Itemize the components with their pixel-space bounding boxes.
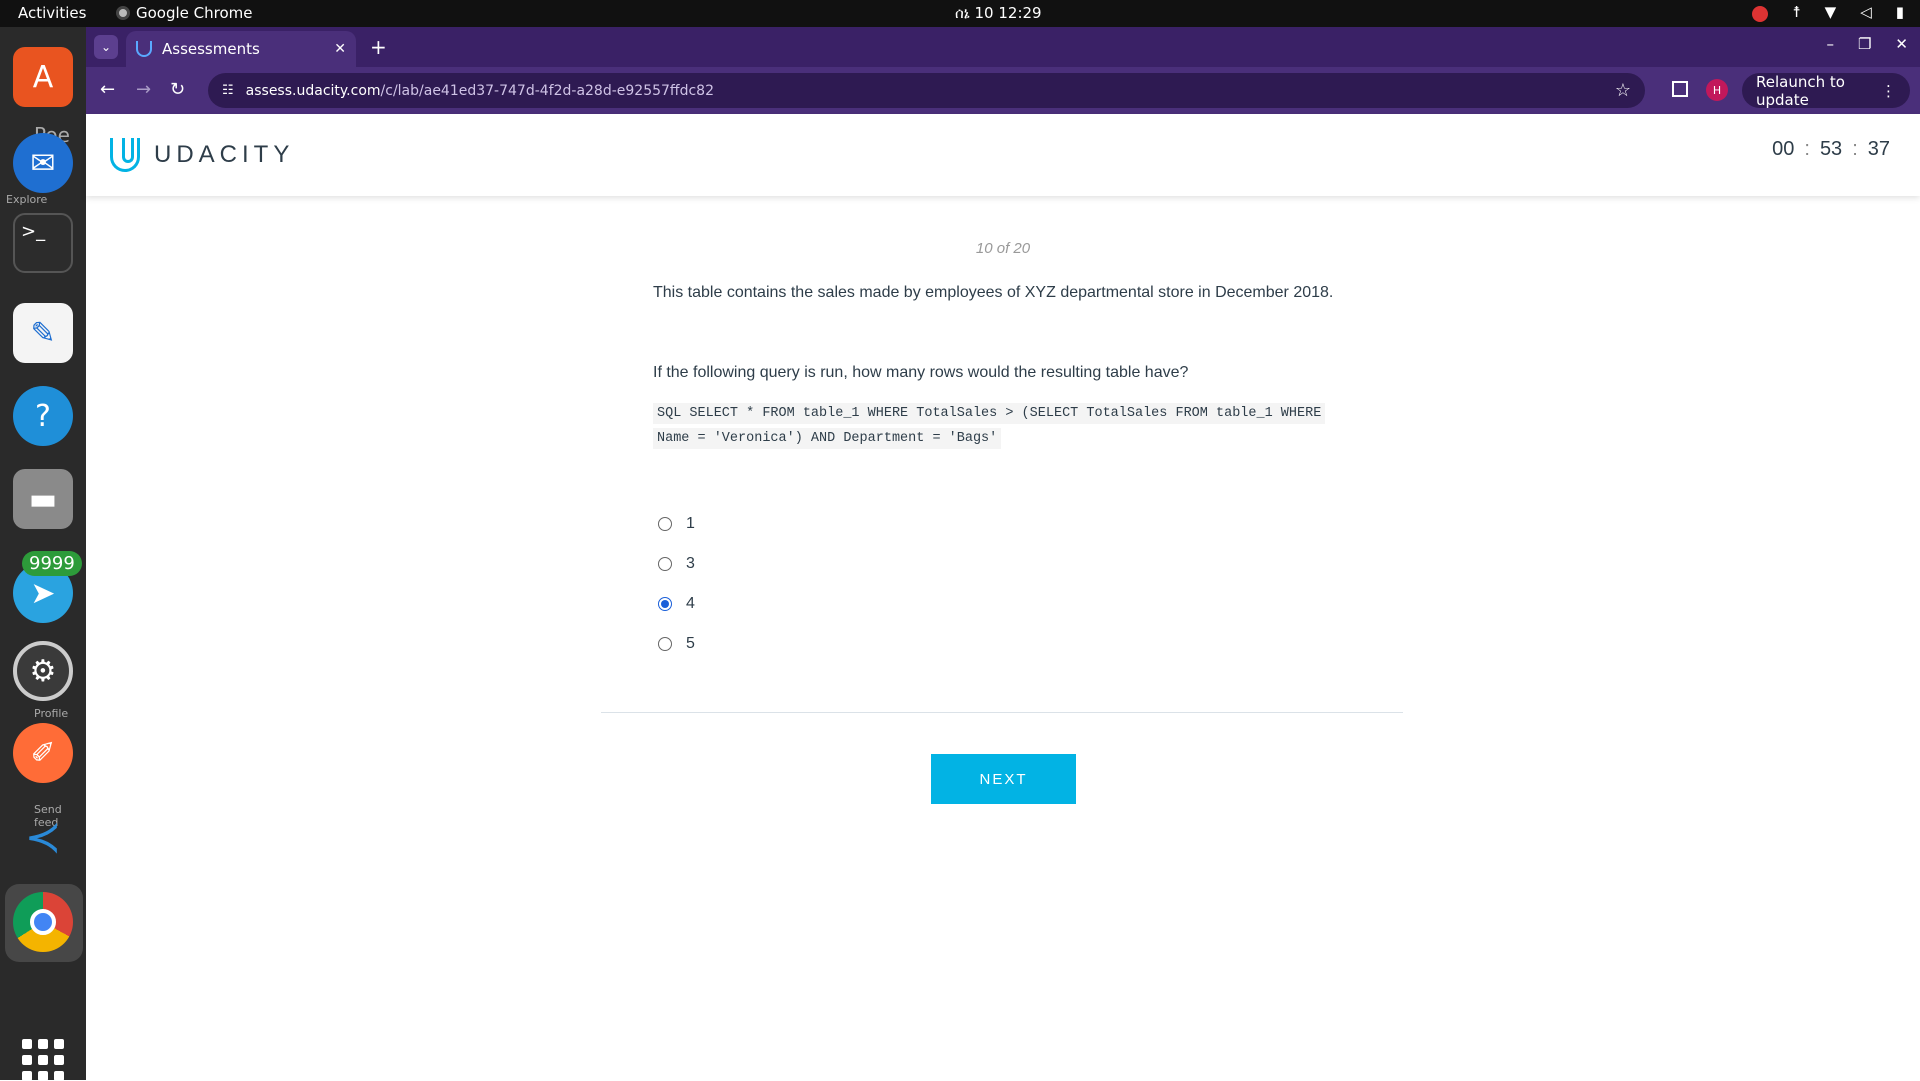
radio-button[interactable] (658, 637, 672, 651)
ghost-label: Explore (6, 193, 48, 206)
tab-strip: ⌄ Assessments ✕ + – ❐ ✕ (86, 27, 1920, 67)
browser-window: ⌄ Assessments ✕ + – ❐ ✕ ← → ↻ ☷ assess.u… (86, 27, 1920, 114)
tab-close-icon[interactable]: ✕ (334, 41, 346, 57)
maximize-icon[interactable]: ❐ (1858, 35, 1871, 53)
battery-icon[interactable]: ▮ (1896, 3, 1904, 22)
dock: Poe Explore Profile Send feed A ✉ >_ ✎ ?… (0, 27, 86, 1081)
close-window-icon[interactable]: ✕ (1895, 35, 1908, 53)
ghost-label: Profile (34, 707, 69, 720)
browser-toolbar: ← → ↻ ☷ assess.udacity.com/c/lab/ae41ed3… (86, 67, 1920, 114)
more-menu-icon[interactable]: ⋮ (1881, 82, 1896, 100)
option-label: 3 (686, 555, 695, 572)
radio-button[interactable] (658, 557, 672, 571)
timer-separator: : (1804, 138, 1810, 160)
thunderbird-icon[interactable]: ✉ (13, 133, 73, 193)
timer-minutes: 53 (1819, 138, 1843, 160)
option-label: 1 (686, 515, 695, 532)
logo-text: UDACITY (154, 141, 295, 168)
forward-icon[interactable]: → (136, 79, 151, 100)
system-top-bar: Activities Google Chrome ሰኔ 10 12:29 ☨ ▼… (0, 0, 1920, 27)
question-intro: This table contains the sales made by em… (653, 284, 1334, 301)
volume-icon[interactable]: ◁ (1860, 3, 1872, 22)
option-4[interactable]: 4 (658, 584, 695, 624)
files-icon[interactable]: ▬ (13, 469, 73, 529)
option-3[interactable]: 3 (658, 544, 695, 584)
tab-search-icon[interactable]: ⌄ (94, 35, 118, 59)
new-tab-icon[interactable]: + (370, 35, 387, 59)
relaunch-label: Relaunch to update (1756, 72, 1845, 109)
reload-icon[interactable]: ↻ (170, 79, 185, 100)
postman-icon[interactable]: ✐ (13, 723, 73, 783)
ubuntu-software-icon[interactable]: A (13, 47, 73, 107)
site-header: UDACITY 00 : 53 : 37 (86, 114, 1920, 196)
site-info-icon[interactable]: ☷ (222, 83, 234, 98)
app-menu[interactable]: Google Chrome (116, 4, 253, 22)
url-path: /c/lab/ae41ed37-747d-4f2d-a28d-e92557ffd… (380, 82, 714, 99)
code-line: Name = 'Veronica') AND Department = 'Bag… (653, 428, 1002, 449)
udacity-favicon-icon (136, 41, 152, 57)
question-counter: 10 of 20 (975, 240, 1031, 257)
clock[interactable]: ሰኔ 10 12:29 (955, 4, 1042, 22)
notification-badge: 9999 (22, 551, 82, 576)
url-host: assess.udacity.com (245, 82, 381, 99)
udacity-logo-icon (110, 138, 140, 172)
app-name: Google Chrome (136, 4, 253, 22)
question-text: If the following query is run, how many … (653, 364, 1189, 381)
bookmark-star-icon[interactable]: ☆ (1615, 80, 1631, 101)
chrome-icon[interactable] (13, 892, 73, 952)
terminal-icon[interactable]: >_ (13, 213, 73, 273)
option-5[interactable]: 5 (658, 624, 695, 664)
divider (601, 712, 1403, 713)
tab-title: Assessments (162, 40, 260, 58)
back-icon[interactable]: ← (100, 79, 115, 100)
address-bar[interactable]: ☷ assess.udacity.com/c/lab/ae41ed37-747d… (208, 73, 1645, 108)
activities-button[interactable]: Activities (18, 4, 86, 22)
radio-button-selected[interactable] (658, 597, 672, 611)
sql-code-block: SQL SELECT * FROM table_1 WHERE TotalSal… (653, 401, 1353, 451)
settings-icon[interactable]: ⚙ (13, 641, 73, 701)
next-button[interactable]: NEXT (931, 754, 1076, 804)
text-editor-icon[interactable]: ✎ (13, 303, 73, 363)
code-line: SQL SELECT * FROM table_1 WHERE TotalSal… (653, 403, 1326, 424)
option-1[interactable]: 1 (658, 504, 695, 544)
tab-assessments[interactable]: Assessments ✕ (126, 31, 356, 67)
wifi-icon[interactable]: ▼ (1825, 3, 1837, 22)
minimize-icon[interactable]: – (1826, 35, 1834, 53)
answer-options: 1 3 4 5 (658, 504, 695, 664)
option-label: 5 (686, 635, 695, 652)
profile-avatar[interactable]: H (1706, 79, 1728, 101)
option-label: 4 (686, 595, 695, 612)
chrome-app-icon (116, 6, 130, 20)
radio-button[interactable] (658, 517, 672, 531)
page-content: UDACITY 00 : 53 : 37 10 of 20 This table… (86, 114, 1920, 1080)
window-controls: – ❐ ✕ (1826, 35, 1908, 53)
system-tray[interactable]: ☨ ▼ ◁ ▮ (1752, 3, 1904, 22)
vscode-icon[interactable]: ≺ (13, 807, 73, 867)
notification-icon[interactable] (1752, 6, 1769, 22)
udacity-logo[interactable]: UDACITY (110, 138, 294, 172)
help-icon[interactable]: ? (13, 386, 73, 446)
accessibility-icon[interactable]: ☨ (1792, 3, 1800, 22)
timer-separator: : (1852, 138, 1858, 160)
relaunch-button[interactable]: Relaunch to update ⋮ (1742, 72, 1910, 109)
app-grid-icon[interactable] (22, 1039, 64, 1081)
side-panel-icon[interactable] (1672, 81, 1688, 97)
countdown-timer: 00 : 53 : 37 (1772, 138, 1890, 161)
timer-hours: 00 (1772, 138, 1795, 160)
timer-seconds: 37 (1867, 138, 1890, 160)
